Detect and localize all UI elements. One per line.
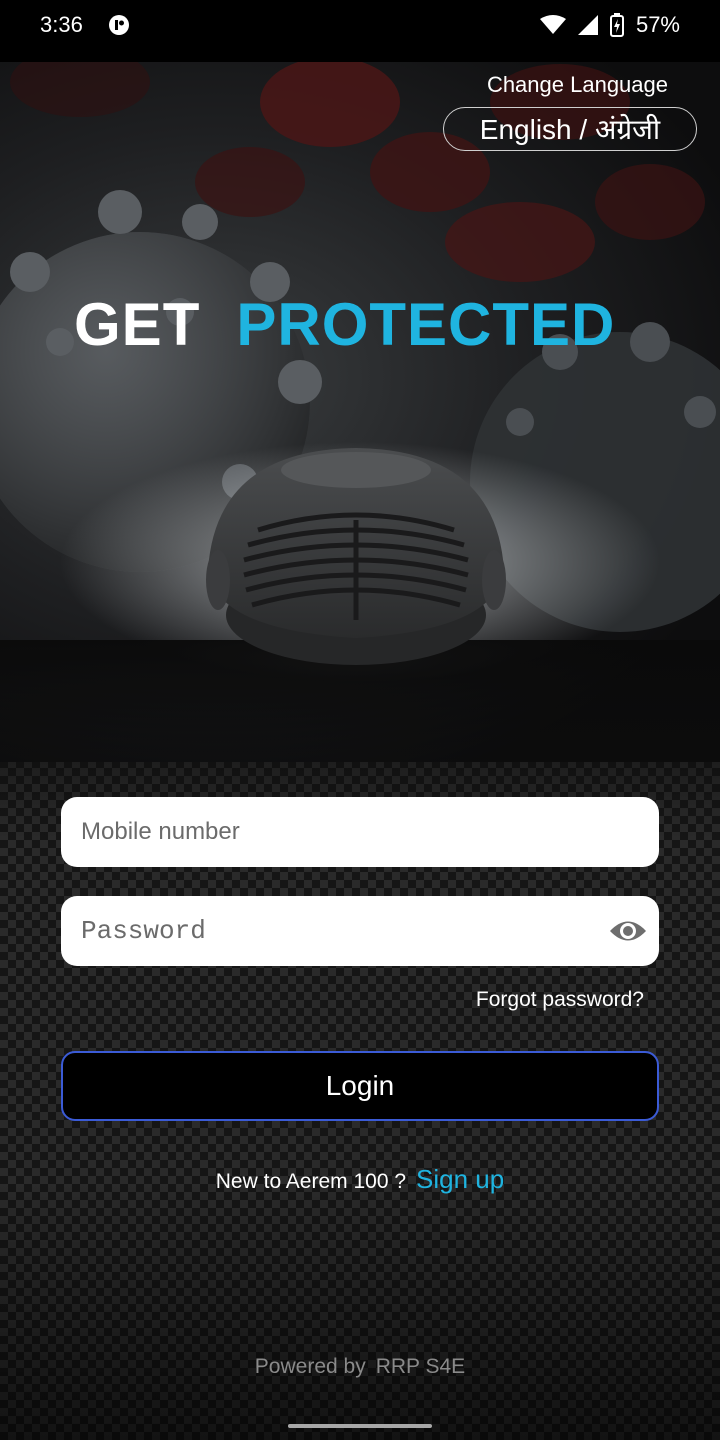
status-bar: 3:36 57% — [0, 0, 720, 62]
background-dark-fade — [0, 1180, 720, 1440]
mobile-number-field[interactable] — [61, 797, 659, 867]
language-selector-button[interactable]: English / अंग्रेजी — [443, 107, 697, 151]
change-language-label: Change Language — [486, 72, 668, 97]
status-icons: 57% — [539, 12, 680, 38]
battery-charging-icon — [609, 13, 624, 37]
app-notification-icon — [109, 15, 129, 35]
wifi-icon — [539, 15, 566, 34]
show-password-icon[interactable] — [609, 916, 647, 946]
password-input[interactable] — [61, 896, 659, 966]
home-indicator[interactable] — [288, 1424, 432, 1428]
powered-by-brand: RRP S4E — [375, 1355, 466, 1378]
signup-prompt: New to Aerem 100 ? — [215, 1170, 407, 1193]
headline: GET PROTECTED — [74, 290, 615, 359]
sign-up-link[interactable]: Sign up — [416, 1164, 504, 1194]
air-purifier-device-image — [206, 448, 506, 665]
powered-by-label: Powered by — [254, 1355, 366, 1378]
battery-percent: 57% — [635, 12, 680, 37]
powered-by-footer: Powered by RRP S4E — [0, 1355, 720, 1379]
login-button[interactable]: Login — [61, 1051, 659, 1121]
mobile-number-input[interactable] — [61, 797, 659, 867]
forgot-password-link[interactable]: Forgot password? — [476, 988, 644, 1012]
headline-word-get: GET — [74, 291, 201, 358]
password-field[interactable] — [61, 896, 659, 966]
headline-word-protected: PROTECTED — [236, 291, 616, 358]
signup-row: New to Aerem 100 ? Sign up — [0, 1164, 720, 1195]
cell-signal-icon — [577, 15, 598, 35]
status-time: 3:36 — [40, 12, 83, 37]
